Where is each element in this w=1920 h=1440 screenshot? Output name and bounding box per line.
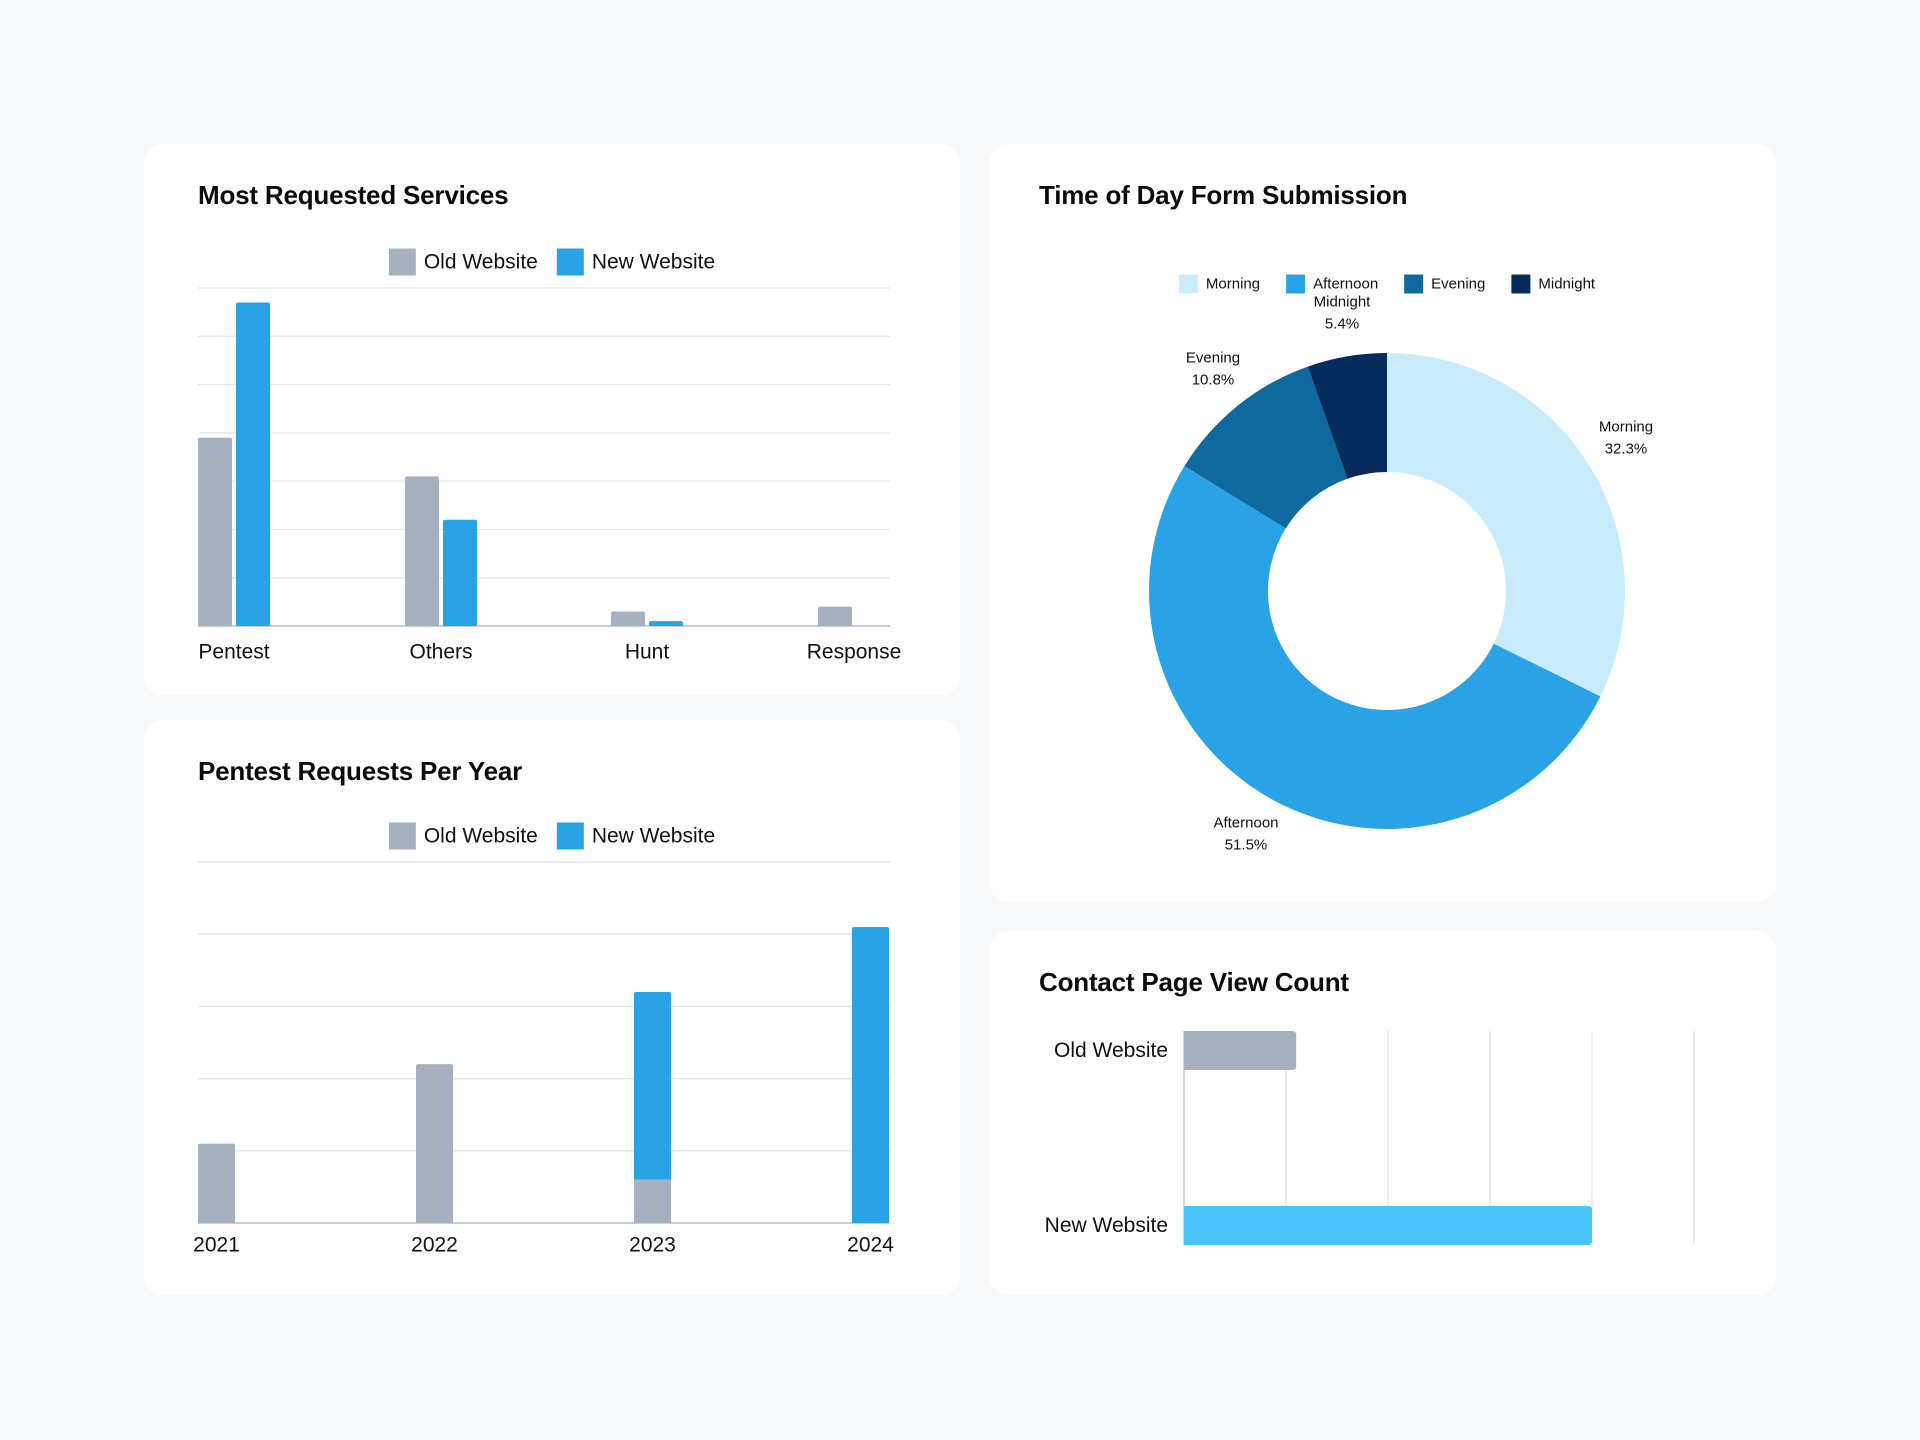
- legend-swatch-afternoon: [1286, 274, 1306, 294]
- bar-response-old-website: [818, 606, 852, 626]
- x-tick-label: 2022: [411, 1234, 458, 1257]
- chart-legend: Morning Afternoon Evening Midnight: [1178, 274, 1596, 294]
- slice-label-name: Evening: [1186, 350, 1240, 367]
- legend-swatch-morning: [1178, 274, 1198, 294]
- bar-pentest-new-website: [236, 302, 270, 626]
- bar-others-new-website: [443, 519, 477, 626]
- x-tick-label: 2021: [193, 1234, 240, 1257]
- slice-label-value: 32.3%: [1605, 441, 1648, 458]
- slice-label-name: Midnight: [1314, 294, 1372, 311]
- legend-label-midnight: Midnight: [1538, 276, 1596, 293]
- bar-old-website: [1184, 1031, 1297, 1070]
- slice-label-name: Afternoon: [1213, 815, 1278, 832]
- bar-2022-old-website: [416, 1064, 453, 1223]
- legend-swatch-new-website: [556, 248, 584, 276]
- legend-label-new-website: New Website: [592, 251, 715, 274]
- slice-label-value: 5.4%: [1325, 316, 1359, 333]
- slice-label-value: 51.5%: [1225, 837, 1268, 854]
- chart-legend: Old Website New Website: [388, 248, 715, 276]
- contact-views-horizontal-bar-chart: Old Website New Website: [1045, 1031, 1695, 1245]
- legend-swatch-evening: [1404, 274, 1424, 294]
- legend-swatch-old-website: [388, 822, 416, 850]
- legend-swatch-midnight: [1511, 274, 1531, 294]
- bar-2024-new-website: [852, 926, 889, 1223]
- pentest-stacked-bar-chart: Old Website New Website 2021 2022 2023 2024: [193, 822, 894, 1257]
- contact-page-views-card: Contact Page View Count Old Website New W…: [989, 931, 1776, 1295]
- bar-new-website: [1184, 1206, 1592, 1245]
- slice-morning: [1387, 353, 1626, 697]
- y-tick-label: New Website: [1045, 1214, 1168, 1237]
- bar-hunt-new-website: [649, 621, 683, 626]
- legend-label-new-website: New Website: [592, 825, 715, 848]
- bar-2023-old-website: [634, 1179, 671, 1223]
- legend-swatch-new-website: [556, 822, 584, 850]
- bar-others-old-website: [405, 476, 439, 626]
- time-of-day-card: Time of Day Form Submission Morning After…: [989, 144, 1776, 902]
- x-tick-label: Hunt: [625, 641, 670, 664]
- x-tick-label: 2024: [847, 1234, 894, 1257]
- legend-swatch-old-website: [388, 248, 416, 276]
- legend-label-morning: Morning: [1206, 276, 1260, 293]
- y-tick-label: Old Website: [1054, 1039, 1168, 1062]
- chart-legend: Old Website New Website: [388, 822, 715, 850]
- slice-label-name: Morning: [1599, 419, 1653, 436]
- bar-2023-new-website: [634, 991, 671, 1180]
- x-tick-label: Others: [409, 641, 472, 664]
- bar-2021-old-website: [198, 1143, 235, 1223]
- slice-label-value: 10.8%: [1192, 372, 1235, 389]
- time-of-day-donut-chart: Morning Afternoon Evening Midnight Morning 32…: [1149, 274, 1653, 854]
- legend-label-old-website: Old Website: [424, 825, 538, 848]
- legend-label-afternoon: Afternoon: [1313, 276, 1378, 293]
- legend-label-old-website: Old Website: [424, 251, 538, 274]
- x-tick-label: 2023: [629, 1234, 676, 1257]
- x-tick-label: Response: [807, 641, 902, 664]
- most-requested-services-card: Most Requested Services Old Website New W…: [144, 144, 960, 695]
- bar-hunt-old-website: [611, 611, 645, 626]
- pentest-requests-card: Pentest Requests Per Year Old Website New…: [144, 720, 960, 1295]
- bar-pentest-old-website: [198, 437, 232, 626]
- services-bar-chart: Old Website New Website Pentest Others Hunt R…: [198, 248, 902, 664]
- x-tick-label: Pentest: [198, 641, 269, 664]
- legend-label-evening: Evening: [1431, 276, 1485, 293]
